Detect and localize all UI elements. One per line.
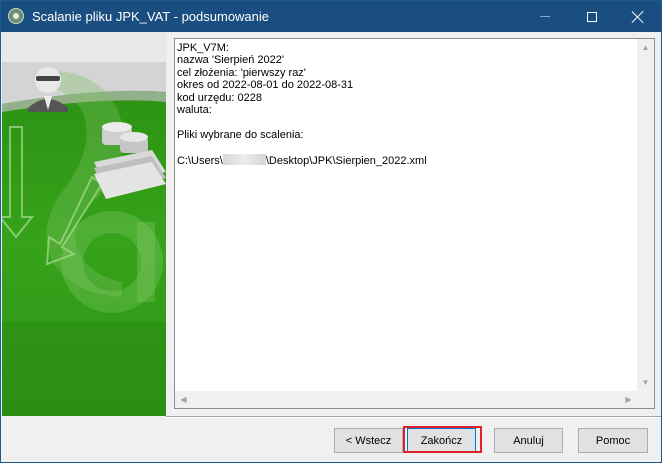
summary-text: JPK_V7M: nazwa 'Sierpień 2022' cel złoże… (177, 42, 637, 167)
wizard-illustration (2, 32, 166, 416)
finish-button[interactable]: Zakończ (407, 428, 476, 453)
summary-text-box[interactable]: JPK_V7M: nazwa 'Sierpień 2022' cel złoże… (174, 38, 655, 409)
horizontal-scrollbar[interactable]: ◀ ▶ (175, 391, 637, 408)
close-icon (632, 11, 644, 23)
minimize-button[interactable] (522, 1, 568, 32)
summary-line: okres od 2022-08-01 do 2022-08-31 (177, 79, 354, 92)
cancel-button[interactable]: Anuluj (494, 428, 563, 453)
summary-line: kod urzędu: 0228 (177, 91, 263, 104)
button-separator (166, 416, 661, 418)
file-path-prefix: C:\Users\ (177, 154, 223, 167)
title-bar: Scalanie pliku JPK_VAT - podsumowanie (1, 1, 661, 32)
file-path-suffix: \Desktop\JPK\Sierpien_2022.xml (265, 154, 427, 167)
scroll-left-icon[interactable]: ◀ (175, 391, 192, 408)
scroll-right-icon[interactable]: ▶ (620, 391, 637, 408)
wizard-side-panel (2, 32, 166, 416)
scrollbar-corner (637, 391, 654, 408)
summary-line: Pliki wybrane do scalenia: (177, 128, 304, 141)
close-button[interactable] (615, 1, 661, 32)
maximize-button[interactable] (569, 1, 615, 32)
app-icon (8, 8, 24, 24)
summary-line: cel złożenia: 'pierwszy raz' (177, 66, 306, 79)
maximize-icon (587, 11, 597, 22)
summary-line (177, 141, 637, 153)
summary-line: JPK_V7M: (177, 42, 229, 54)
file-path-line: C:\Users\ \Desktop\JPK\Sierpien_2022.xml (177, 153, 637, 167)
scroll-down-icon[interactable]: ▼ (637, 374, 654, 391)
scroll-up-icon[interactable]: ▲ (637, 39, 654, 56)
back-button[interactable]: < Wstecz (334, 428, 403, 453)
wizard-window: Scalanie pliku JPK_VAT - podsumowanie JP… (0, 0, 662, 463)
window-title: Scalanie pliku JPK_VAT - podsumowanie (32, 9, 270, 24)
summary-line (177, 116, 637, 128)
redacted-username (222, 153, 266, 165)
vertical-scrollbar[interactable]: ▲ ▼ (637, 39, 654, 408)
summary-line: waluta: (177, 103, 212, 116)
help-button[interactable]: Pomoc (578, 428, 648, 453)
minimize-icon (540, 16, 550, 17)
summary-line: nazwa 'Sierpień 2022' (177, 54, 284, 67)
